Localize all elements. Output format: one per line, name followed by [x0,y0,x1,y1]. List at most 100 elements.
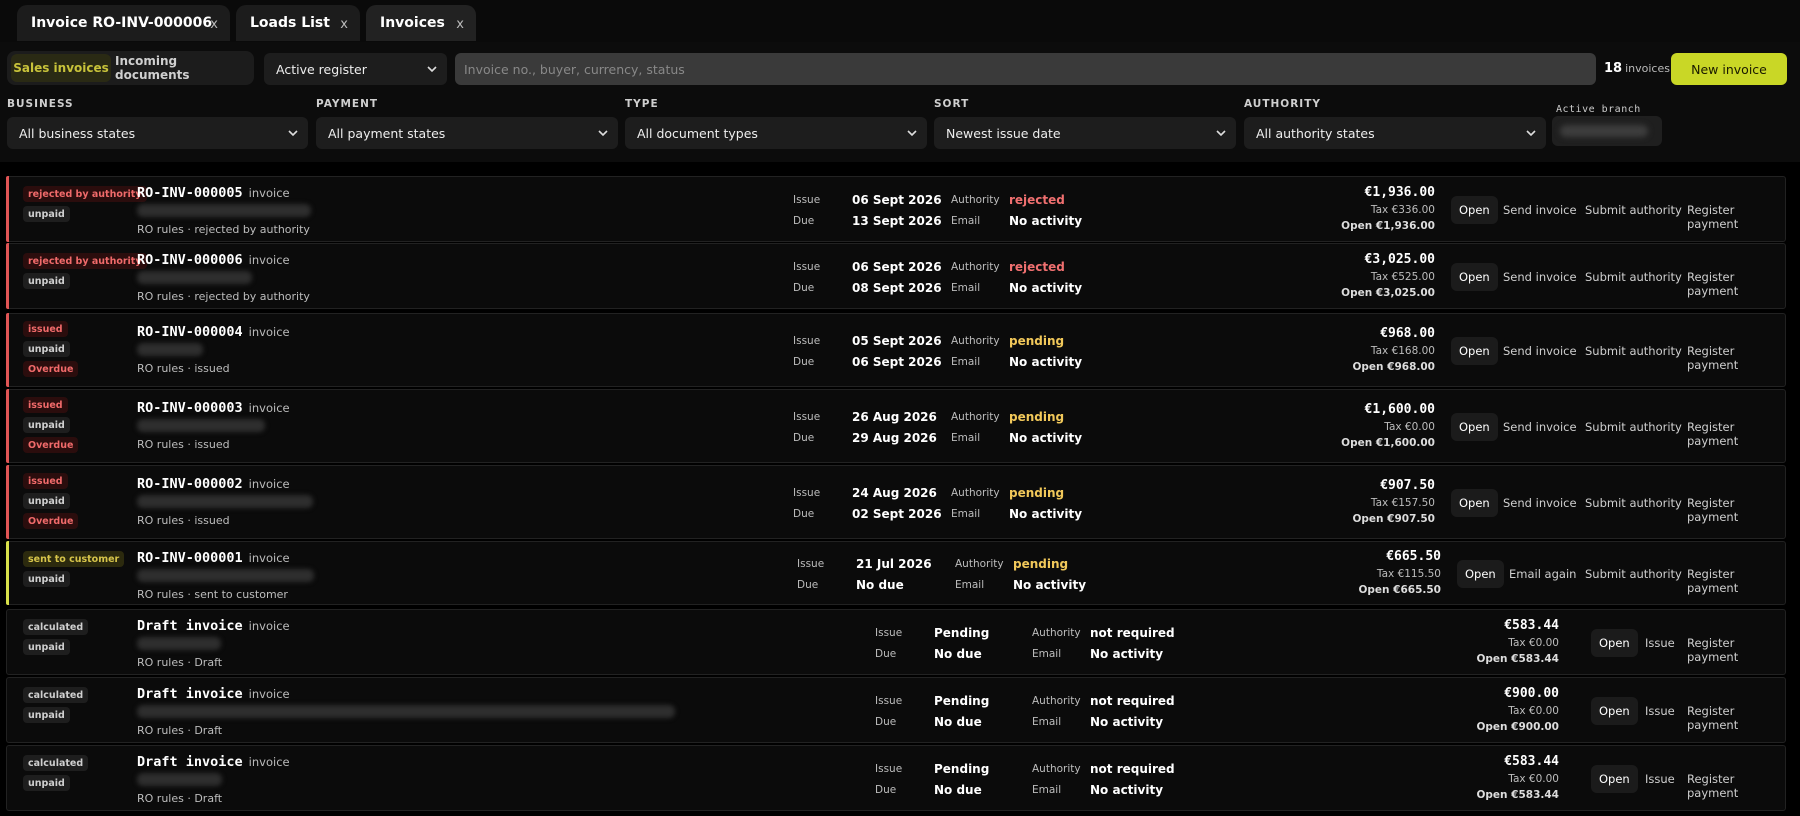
invoice-row[interactable]: calculated unpaid Draft invoice invoice RO r… [6,745,1786,811]
invoice-total: €3,025.00 [1364,252,1435,267]
invoice-number[interactable]: Draft invoice invoice [137,754,290,770]
chevron-down-icon [598,130,608,137]
invoice-number[interactable]: RO-INV-000006 invoice [137,252,290,268]
invoice-number[interactable]: RO-INV-000002 invoice [137,476,290,492]
authority-status: pending [1013,557,1069,571]
due-date: No due [934,647,982,661]
redacted-buyer [137,495,313,508]
close-icon[interactable]: x [210,17,218,32]
status-badge: calculated [23,619,89,635]
sort-select[interactable]: Newest issue date [934,117,1236,149]
send-invoice-button[interactable]: Send invoice [1503,496,1577,510]
open-button[interactable]: Open [1451,196,1498,224]
register-payment-button[interactable]: Register payment [1687,344,1785,372]
tab-invoice-detail[interactable]: Invoice RO-INV-000006 x [17,5,230,41]
status-badge: Overdue [23,437,79,453]
register-payment-button[interactable]: Register payment [1687,203,1785,231]
submit-authority-button[interactable]: Submit authority [1585,203,1682,217]
invoice-row[interactable]: sent to customer unpaid RO-INV-000001 invoi… [6,541,1786,605]
invoice-rules: RO rules · Draft [137,792,223,805]
active-branch-value[interactable] [1552,116,1662,146]
send-invoice-button[interactable]: Send invoice [1503,344,1577,358]
invoice-row[interactable]: issued unpaid Overdue RO-INV-000004 invoice R… [6,313,1786,387]
invoice-row[interactable]: rejected by authority unpaid RO-INV-000005… [6,176,1786,242]
business-state-select[interactable]: All business states [7,117,308,149]
register-payment-button[interactable]: Register payment [1687,704,1785,732]
submit-authority-button[interactable]: Submit authority [1585,344,1682,358]
send-invoice-button[interactable]: Send invoice [1503,270,1577,284]
issue-label: Issue [797,558,825,570]
register-payment-button[interactable]: Register payment [1687,496,1785,524]
open-button[interactable]: Open [1591,629,1638,657]
invoice-number[interactable]: RO-INV-000003 invoice [137,400,290,416]
sort-value: Newest issue date [946,125,1061,141]
active-branch-label: Active branch [1556,104,1641,115]
authority-label: Authority [1032,695,1081,707]
redacted-buyer [137,343,203,356]
tab-invoices[interactable]: Invoices x [366,5,476,41]
invoice-row[interactable]: issued unpaid Overdue RO-INV-000003 invoice R… [6,389,1786,463]
redacted-buyer [137,204,311,217]
invoice-number[interactable]: RO-INV-000001 invoice [137,550,290,566]
close-icon[interactable]: x [340,17,348,32]
row-status-accent [6,745,9,811]
invoice-number[interactable]: RO-INV-000004 invoice [137,324,290,340]
invoice-number-text: Draft invoice [137,618,243,634]
send-invoice-button[interactable]: Send invoice [1503,203,1577,217]
authority-state-select[interactable]: All authority states [1244,117,1546,149]
document-segment-control: Sales invoices Incoming documents [7,51,254,85]
segment-incoming-documents[interactable]: Incoming documents [115,54,250,82]
submit-authority-button[interactable]: Submit authority [1585,496,1682,510]
email-status: No activity [1009,431,1083,445]
open-button[interactable]: Open [1457,560,1504,588]
register-payment-button[interactable]: Register payment [1687,270,1785,298]
open-button[interactable]: Open [1591,697,1638,725]
tab-loads-list[interactable]: Loads List x [236,5,360,41]
segment-sales-invoices[interactable]: Sales invoices [11,54,111,82]
invoice-rules: RO rules · issued [137,514,230,527]
issue-button[interactable]: Issue [1645,704,1675,718]
register-payment-button[interactable]: Register payment [1687,420,1785,448]
invoice-kind: invoice [248,619,290,633]
chevron-down-icon [288,130,298,137]
submit-authority-button[interactable]: Submit authority [1585,270,1682,284]
document-type-value: All document types [637,125,758,141]
invoice-number[interactable]: Draft invoice invoice [137,618,290,634]
issue-label: Issue [875,695,903,707]
tab-label: Invoices [380,15,445,31]
open-button[interactable]: Open [1451,413,1498,441]
open-button[interactable]: Open [1591,765,1638,793]
register-select[interactable]: Active register [264,53,447,85]
close-icon[interactable]: x [456,17,464,32]
submit-authority-button[interactable]: Submit authority [1585,567,1682,581]
new-invoice-button[interactable]: New invoice [1671,53,1787,85]
register-payment-button[interactable]: Register payment [1687,772,1785,800]
authority-status: not required [1090,694,1175,708]
row-status-accent [6,677,9,743]
payment-state-select[interactable]: All payment states [316,117,618,149]
invoice-row[interactable]: issued unpaid Overdue RO-INV-000002 invoice R… [6,465,1786,539]
open-button[interactable]: Open [1451,489,1498,517]
status-badge: unpaid [23,341,70,357]
search-input[interactable] [455,53,1596,85]
email-again-button[interactable]: Email again [1509,567,1576,581]
invoice-row[interactable]: rejected by authority unpaid RO-INV-000006… [6,243,1786,309]
invoice-number[interactable]: Draft invoice invoice [137,686,290,702]
register-payment-button[interactable]: Register payment [1687,636,1785,664]
invoice-rules: RO rules · issued [137,362,230,375]
open-button[interactable]: Open [1451,263,1498,291]
status-badge: Overdue [23,513,79,529]
status-badge: calculated [23,687,89,703]
invoice-number[interactable]: RO-INV-000005 invoice [137,185,290,201]
invoice-number-text: Draft invoice [137,754,243,770]
issue-button[interactable]: Issue [1645,636,1675,650]
register-payment-button[interactable]: Register payment [1687,567,1785,595]
document-type-select[interactable]: All document types [625,117,927,149]
issue-button[interactable]: Issue [1645,772,1675,786]
invoice-row[interactable]: calculated unpaid Draft invoice invoice RO r… [6,609,1786,675]
invoice-row[interactable]: calculated unpaid Draft invoice invoice RO r… [6,677,1786,743]
submit-authority-button[interactable]: Submit authority [1585,420,1682,434]
row-status-accent [6,609,9,675]
open-button[interactable]: Open [1451,337,1498,365]
send-invoice-button[interactable]: Send invoice [1503,420,1577,434]
